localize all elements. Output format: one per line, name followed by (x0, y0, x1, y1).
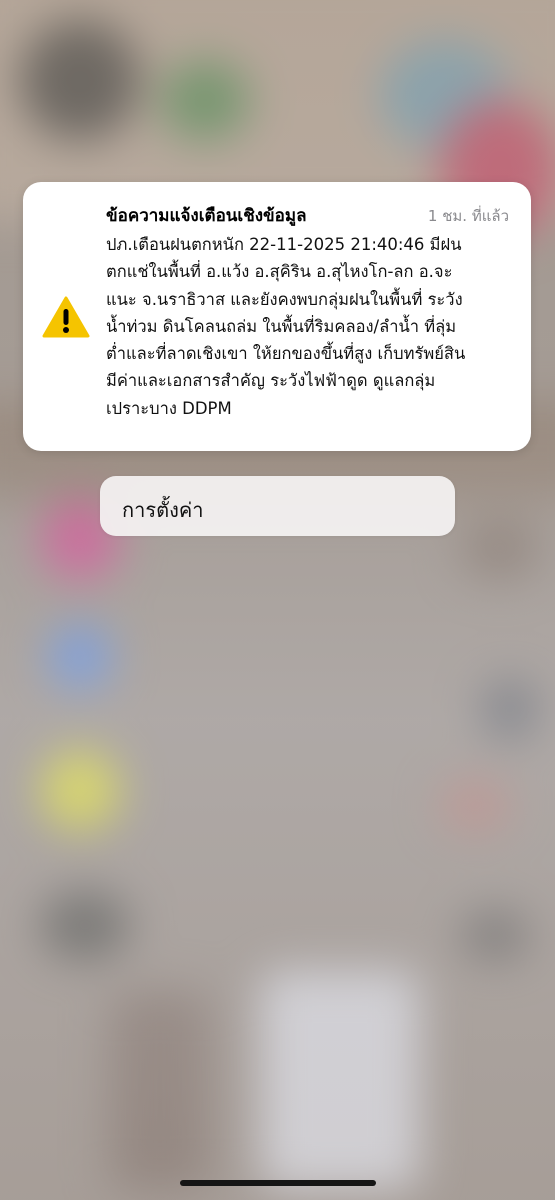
notification-body: ปภ.เตือนฝนตกหนัก 22-11-2025 21:40:46 มีฝ… (106, 231, 516, 422)
blurred-background (0, 0, 555, 1200)
notification-body-line: ตกแช่ในพื้นที่ อ.แว้ง อ.สุคิริน อ.สุไหงโ… (106, 262, 453, 282)
notification-body-line: มีค่าและเอกสารสำคัญ ระวังไฟฟ้าดูด ดูแลกล… (106, 371, 436, 391)
notification-body-line: น้ำท่วม ดินโคลนถล่ม ในพื้นที่ริมคลอง/ลำน… (106, 316, 457, 336)
warning-icon (42, 296, 90, 338)
notification-title: ข้อความแจ้งเตือนเชิงข้อมูล (106, 206, 307, 226)
notification-body-line: ต่ำและที่ลาดเชิงเขา ให้ยกของขึ้นที่สูง เ… (106, 344, 466, 364)
notification-body-line: เปราะบาง DDPM (106, 398, 232, 418)
notification-body-line: แนะ จ.นราธิวาส และยังคงพบกลุ่มฝนในพื้นที… (106, 289, 463, 309)
notification-body-line: ปภ.เตือนฝนตกหนัก 22-11-2025 21:40:46 มีฝ… (106, 235, 462, 254)
settings-button[interactable]: การตั้งค่า (100, 476, 455, 536)
home-indicator[interactable] (180, 1180, 376, 1186)
notification-timestamp: 1 ชม. ที่แล้ว (427, 207, 509, 225)
settings-button-label: การตั้งค่า (122, 498, 204, 522)
